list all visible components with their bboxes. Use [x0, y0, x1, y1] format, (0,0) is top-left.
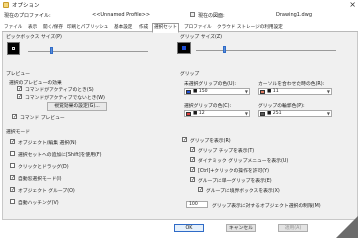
hover-color-value: ■ 11 [267, 89, 279, 94]
grip-label-3: [Ctrl]+クリックの操作を許可(Y) [198, 169, 269, 174]
grip-checkbox-1[interactable]: ✓ [190, 147, 195, 153]
chevron-down-icon: ▼ [326, 111, 330, 116]
hover-color-swatch [260, 90, 265, 94]
tab-system[interactable]: 基本設定 [113, 24, 133, 32]
selected-grip-color-label: 選択グリップの色(C): [184, 104, 232, 109]
current-drawing-value: Drawing1.dwg [276, 12, 312, 18]
grip-size-preview [177, 42, 191, 54]
command-preview-checkbox[interactable]: ✓ [12, 114, 17, 120]
unselected-color-value: ■ 150 [193, 89, 208, 94]
mode-label-3: 自動窓選択モード(I) [18, 177, 62, 182]
mode-checkbox-2[interactable] [10, 163, 15, 168]
mode-label-1: 選択セットへの追加に[Shift]を使用(F) [18, 153, 102, 158]
grip-section-title: グリップ [180, 72, 200, 77]
drawing-icon [190, 12, 195, 17]
unselected-grip-color-label: 未選択グリップの色(U): [184, 82, 237, 87]
mode-label-2: クリックとドラッグ(D) [18, 165, 69, 170]
grip-label-2: ダイナミック グリップメニューを表示(U) [198, 159, 289, 164]
selected-grip-color-select[interactable]: ■ 12 ▼ [184, 110, 250, 117]
mode-label-0: オブジェクト/編集 選択(N) [18, 141, 77, 146]
app-icon [3, 2, 9, 8]
grip-label-4: グループに単一グリップを表示(E) [198, 179, 272, 184]
grip-checkbox-2[interactable]: ✓ [190, 157, 195, 163]
contour-color-value: ■ 251 [267, 111, 282, 116]
grip-limit-input[interactable]: 100 [186, 201, 208, 208]
tab-drafting[interactable]: 作成 [138, 24, 149, 32]
grip-limit-label: グリップ表示に対するオブジェクト選択の制限(M) [212, 204, 321, 209]
preview-section-title: プレビュー [6, 72, 30, 77]
cancel-button[interactable]: キャンセル [226, 224, 256, 232]
chevron-down-icon: ▼ [326, 89, 330, 94]
current-drawing-label: 現在の図面: [198, 13, 225, 19]
current-profile-value: <<Unnamed Profile>> [92, 12, 151, 18]
current-profile-label: 現在のプロファイル: [4, 13, 51, 19]
unselected-grip-color-select[interactable]: ■ 150 ▼ [184, 88, 250, 95]
contour-color-swatch [260, 112, 265, 116]
grip-checkbox-4[interactable]: ✓ [190, 177, 195, 183]
grip-checkbox-3[interactable]: ✓ [190, 167, 195, 173]
ok-button[interactable]: OK [174, 224, 204, 232]
window-title: オプション [12, 3, 40, 9]
command-active-label: コマンドがアクティブのとき(S) [25, 88, 94, 93]
visual-effect-settings-button[interactable]: 視覚効果の設定(G)... [47, 102, 107, 111]
mode-label-4: オブジェクト グループ(O) [18, 189, 75, 194]
grip-size-slider-thumb[interactable] [223, 46, 226, 53]
tab-open-save[interactable]: 開く/保存 [42, 24, 64, 32]
tab-profiles[interactable]: プロファイル [183, 24, 213, 32]
hover-grip-color-select[interactable]: ■ 11 ▼ [258, 88, 332, 95]
pickbox-size-label: ピックボックス サイズ(P) [6, 35, 62, 40]
selected-color-swatch [186, 112, 191, 116]
tab-display[interactable]: 表示 [27, 24, 38, 32]
grip-label-5: グループに境界ボックスを表示(X) [206, 189, 280, 194]
chevron-down-icon: ▼ [244, 111, 248, 116]
close-icon[interactable]: × [349, 0, 356, 9]
mode-checkbox-0[interactable]: ✓ [10, 139, 15, 145]
mode-checkbox-4[interactable]: ✓ [10, 187, 15, 193]
apply-button[interactable]: 適用(A) [278, 224, 308, 232]
grip-label-1: グリップ チップを表示(T) [198, 149, 255, 154]
chevron-down-icon: ▼ [244, 89, 248, 94]
grip-checkbox-0[interactable]: ✓ [182, 137, 187, 143]
no-command-label: コマンドがアクティブでないとき(W) [25, 96, 105, 101]
mode-label-5: 自動ハッチング(V) [18, 201, 59, 206]
grip-label-0: グリップを表示(R) [190, 139, 231, 144]
pickbox-slider-thumb[interactable] [50, 47, 53, 54]
mode-checkbox-5[interactable] [10, 199, 15, 204]
pickbox-slider-track[interactable] [28, 51, 148, 52]
title-bar: オプション × [0, 0, 360, 10]
command-preview-label: コマンド プレビュー [20, 116, 65, 121]
grip-contour-color-select[interactable]: ■ 251 ▼ [258, 110, 332, 117]
tab-plot-publish[interactable]: 印刷とパブリッシュ [66, 24, 109, 32]
hover-grip-color-label: カーソルを合わせた時の色(R): [258, 82, 325, 87]
selection-effect-label: 選択のプレビューの効果 [9, 81, 62, 86]
profile-row: 現在のプロファイル: <<Unnamed Profile>> 現在の図面: Dr… [0, 11, 360, 21]
mode-checkbox-3[interactable]: ✓ [10, 175, 15, 181]
tab-files[interactable]: ファイル [3, 24, 23, 32]
tab-cloud-storage[interactable]: クラウド ストレージの利用設定 [216, 24, 284, 32]
no-command-checkbox[interactable]: ✓ [17, 94, 22, 100]
grip-contour-color-label: グリップの輪郭色(P): [258, 104, 305, 109]
unselected-color-swatch [186, 90, 191, 94]
tab-selection[interactable]: 選択セット [152, 23, 179, 33]
grip-size-slider-track[interactable] [196, 50, 336, 51]
tab-bar: ファイル 表示 開く/保存 印刷とパブリッシュ 基本設定 作成 選択セット プロ… [2, 23, 358, 33]
grip-checkbox-5[interactable]: ✓ [198, 187, 203, 193]
resize-grip-icon[interactable] [336, 216, 358, 238]
selection-mode-title: 選択モード [6, 130, 30, 135]
mode-checkbox-1[interactable] [10, 151, 15, 156]
pickbox-preview [7, 42, 20, 55]
grip-size-label: グリップ サイズ(Z) [180, 35, 222, 40]
selected-color-value: ■ 12 [193, 111, 205, 116]
command-active-checkbox[interactable]: ✓ [17, 86, 22, 92]
